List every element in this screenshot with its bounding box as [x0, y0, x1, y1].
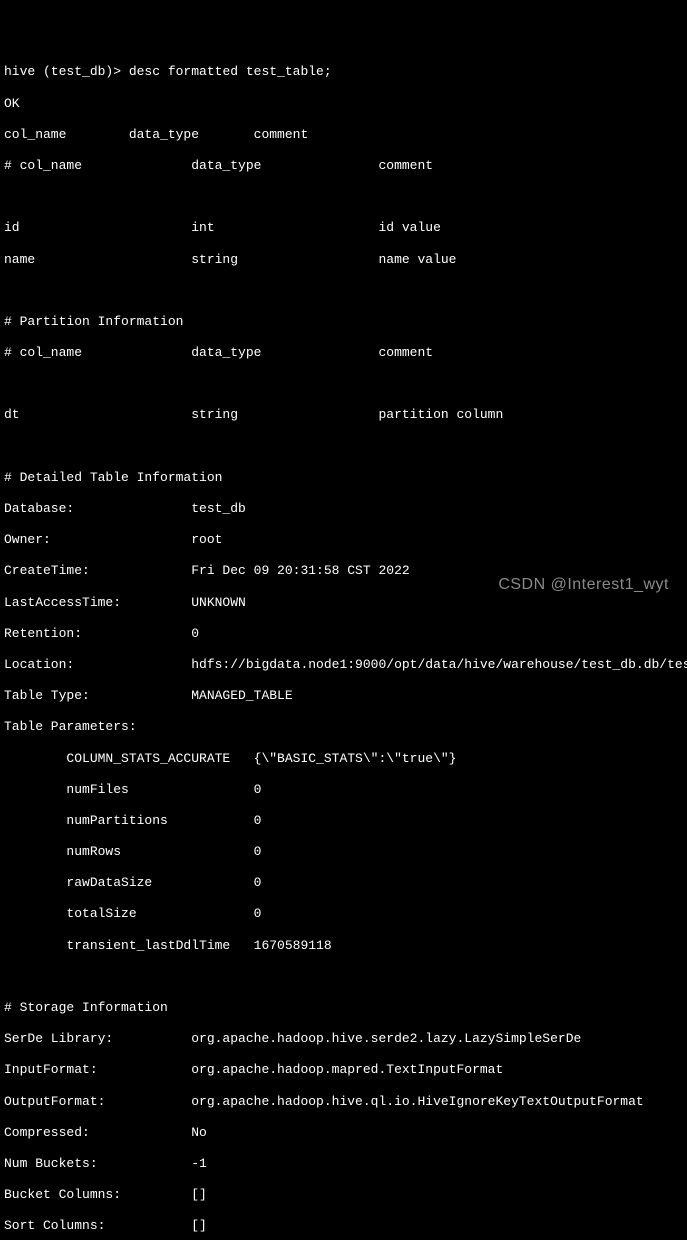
storage-row: SerDe Library: org.apache.hadoop.hive.se… [4, 1031, 683, 1047]
blank [4, 189, 683, 205]
detail-row: Owner: root [4, 532, 683, 548]
table-params-label: Table Parameters: [4, 719, 683, 735]
prompt-line[interactable]: hive (test_db)> desc formatted test_tabl… [4, 64, 683, 80]
storage-header: # Storage Information [4, 1000, 683, 1016]
blank [4, 376, 683, 392]
storage-row: Num Buckets: -1 [4, 1156, 683, 1172]
detail-row: LastAccessTime: UNKNOWN [4, 595, 683, 611]
table-param-row: totalSize 0 [4, 906, 683, 922]
command-text: desc formatted test_table; [129, 64, 332, 79]
storage-row: Sort Columns: [] [4, 1218, 683, 1234]
partition-header: # Partition Information [4, 314, 683, 330]
storage-row: InputFormat: org.apache.hadoop.mapred.Te… [4, 1062, 683, 1078]
blank [4, 969, 683, 985]
blank [4, 439, 683, 455]
detail-row: Table Type: MANAGED_TABLE [4, 688, 683, 704]
detailed-header: # Detailed Table Information [4, 470, 683, 486]
table-param-row: numRows 0 [4, 844, 683, 860]
table-param-row: rawDataSize 0 [4, 875, 683, 891]
watermark: CSDN @Interest1_wyt [498, 575, 669, 594]
table-param-row: numPartitions 0 [4, 813, 683, 829]
table-param-row: transient_lastDdlTime 1670589118 [4, 938, 683, 954]
storage-row: Bucket Columns: [] [4, 1187, 683, 1203]
column-row: name string name value [4, 252, 683, 268]
table-param-row: numFiles 0 [4, 782, 683, 798]
ok-line: OK [4, 96, 683, 112]
table-param-row: COLUMN_STATS_ACCURATE {\"BASIC_STATS\":\… [4, 751, 683, 767]
partition-row: dt string partition column [4, 407, 683, 423]
storage-row: OutputFormat: org.apache.hadoop.hive.ql.… [4, 1094, 683, 1110]
detail-row: Database: test_db [4, 501, 683, 517]
header-table: col_name data_type comment [4, 127, 683, 143]
header-cols: # col_name data_type comment [4, 158, 683, 174]
prompt-prefix: hive (test_db)> [4, 64, 129, 79]
header-cols: # col_name data_type comment [4, 345, 683, 361]
storage-row: Compressed: No [4, 1125, 683, 1141]
column-row: id int id value [4, 220, 683, 236]
detail-row: Retention: 0 [4, 626, 683, 642]
blank [4, 283, 683, 299]
detail-row: Location: hdfs://bigdata.node1:9000/opt/… [4, 657, 683, 673]
